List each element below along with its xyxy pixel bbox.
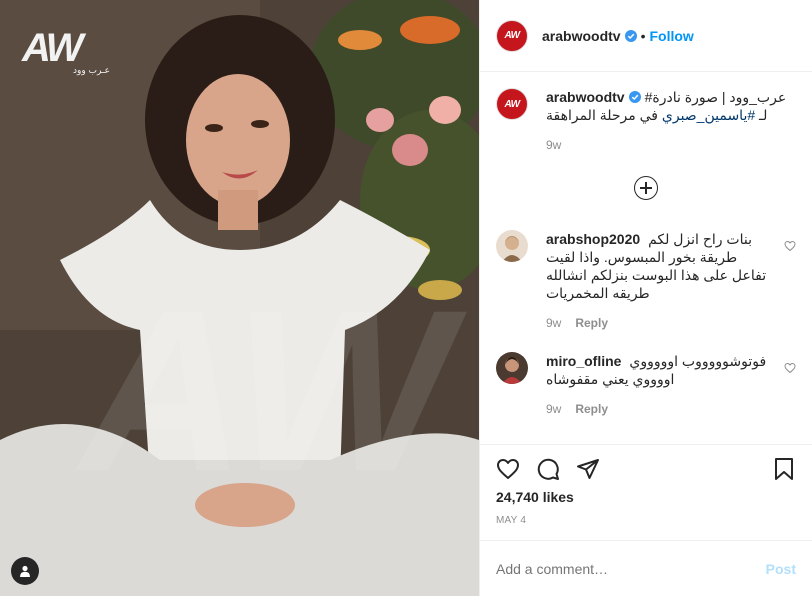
load-more-comments [496, 176, 796, 200]
load-more-plus-icon[interactable] [634, 176, 658, 200]
bookmark-icon[interactable] [772, 457, 796, 481]
action-bar [496, 445, 796, 493]
avatar-text: AW [504, 30, 520, 41]
caption-hashtag-link[interactable]: #ياسمين_صبري [662, 107, 755, 123]
caption-timestamp[interactable]: 9w [546, 138, 561, 152]
add-comment-input[interactable] [496, 560, 766, 577]
caption-row: AW arabwoodtv عرب_وود | صورة نادرة# لـ #ي… [496, 88, 796, 152]
reply-button[interactable]: Reply [575, 316, 608, 330]
comments-section: AW arabwoodtv عرب_وود | صورة نادرة# لـ #ي… [480, 72, 812, 444]
heart-icon[interactable] [496, 457, 520, 481]
caption-line-1: عرب_وود | صورة نادرة# [644, 89, 787, 105]
watermark-letters: AW [22, 26, 83, 70]
caption-avatar[interactable]: AW [496, 88, 528, 120]
like-comment-heart-icon[interactable] [784, 240, 796, 252]
post-comment-button[interactable]: Post [766, 561, 796, 577]
avatar-text: AW [504, 98, 520, 110]
comment-timestamp[interactable]: 9w [546, 402, 561, 416]
post-side-panel: AW arabwoodtv • Follow AW arabwoodtv عرب_… [479, 0, 812, 596]
avatar-image [496, 352, 528, 384]
header-username[interactable]: arabwoodtv [542, 28, 621, 44]
verified-badge-icon [628, 91, 641, 103]
post-header: AW arabwoodtv • Follow [480, 0, 812, 72]
user-icon [20, 565, 30, 577]
comment-username[interactable]: miro_ofline [546, 353, 621, 369]
likes-count[interactable]: 24,740 likes [496, 489, 796, 505]
verified-badge-icon [624, 29, 637, 42]
post-date[interactable]: MAY 4 [496, 515, 796, 526]
comment-avatar[interactable] [496, 352, 528, 384]
share-icon[interactable] [576, 457, 600, 481]
svg-text:AW: AW [75, 262, 467, 519]
caption-meta: 9w [546, 138, 796, 152]
comment-text: miro_ofline فوتوشوووووب اوووووي اووووي ي… [546, 352, 770, 388]
avatar-image [496, 230, 528, 262]
comment-row: miro_ofline فوتوشوووووب اوووووي اووووي ي… [496, 352, 796, 416]
reply-button[interactable]: Reply [575, 402, 608, 416]
caption-prefix: لـ [755, 107, 768, 123]
comment-text: arabshop2020 بنات راح انزل لكم طريقة بخو… [546, 230, 770, 302]
post-photo[interactable]: AW AW عـرب وود [0, 0, 479, 596]
instagram-post: AW AW عـرب وود AW arabwoodtv • Follow AW… [0, 0, 812, 596]
caption-username[interactable]: arabwoodtv [546, 89, 625, 105]
photo-scene: AW [0, 0, 479, 596]
follow-button[interactable]: Follow [649, 28, 693, 44]
watermark-logo: AW عـرب وود [22, 28, 114, 76]
add-comment-bar: Post [480, 540, 812, 596]
tagged-users-button[interactable] [11, 557, 39, 585]
caption-text: arabwoodtv عرب_وود | صورة نادرة# لـ #ياسم… [546, 88, 796, 124]
like-comment-heart-icon[interactable] [784, 362, 796, 374]
comment-avatar[interactable] [496, 230, 528, 262]
comment-meta: 9w Reply [546, 402, 770, 416]
comment-timestamp[interactable]: 9w [546, 316, 561, 330]
separator-dot: • [640, 27, 646, 44]
post-actions-block: 24,740 likes MAY 4 [480, 444, 812, 540]
comment-meta: 9w Reply [546, 316, 770, 330]
caption-suffix: في مرحلة المراهقة [546, 107, 662, 123]
comment-row: arabshop2020 بنات راح انزل لكم طريقة بخو… [496, 230, 796, 330]
watermark-subtext: عـرب وود [72, 66, 110, 76]
profile-avatar[interactable]: AW [496, 19, 528, 52]
comment-username[interactable]: arabshop2020 [546, 231, 640, 247]
comment-icon[interactable] [536, 457, 560, 481]
